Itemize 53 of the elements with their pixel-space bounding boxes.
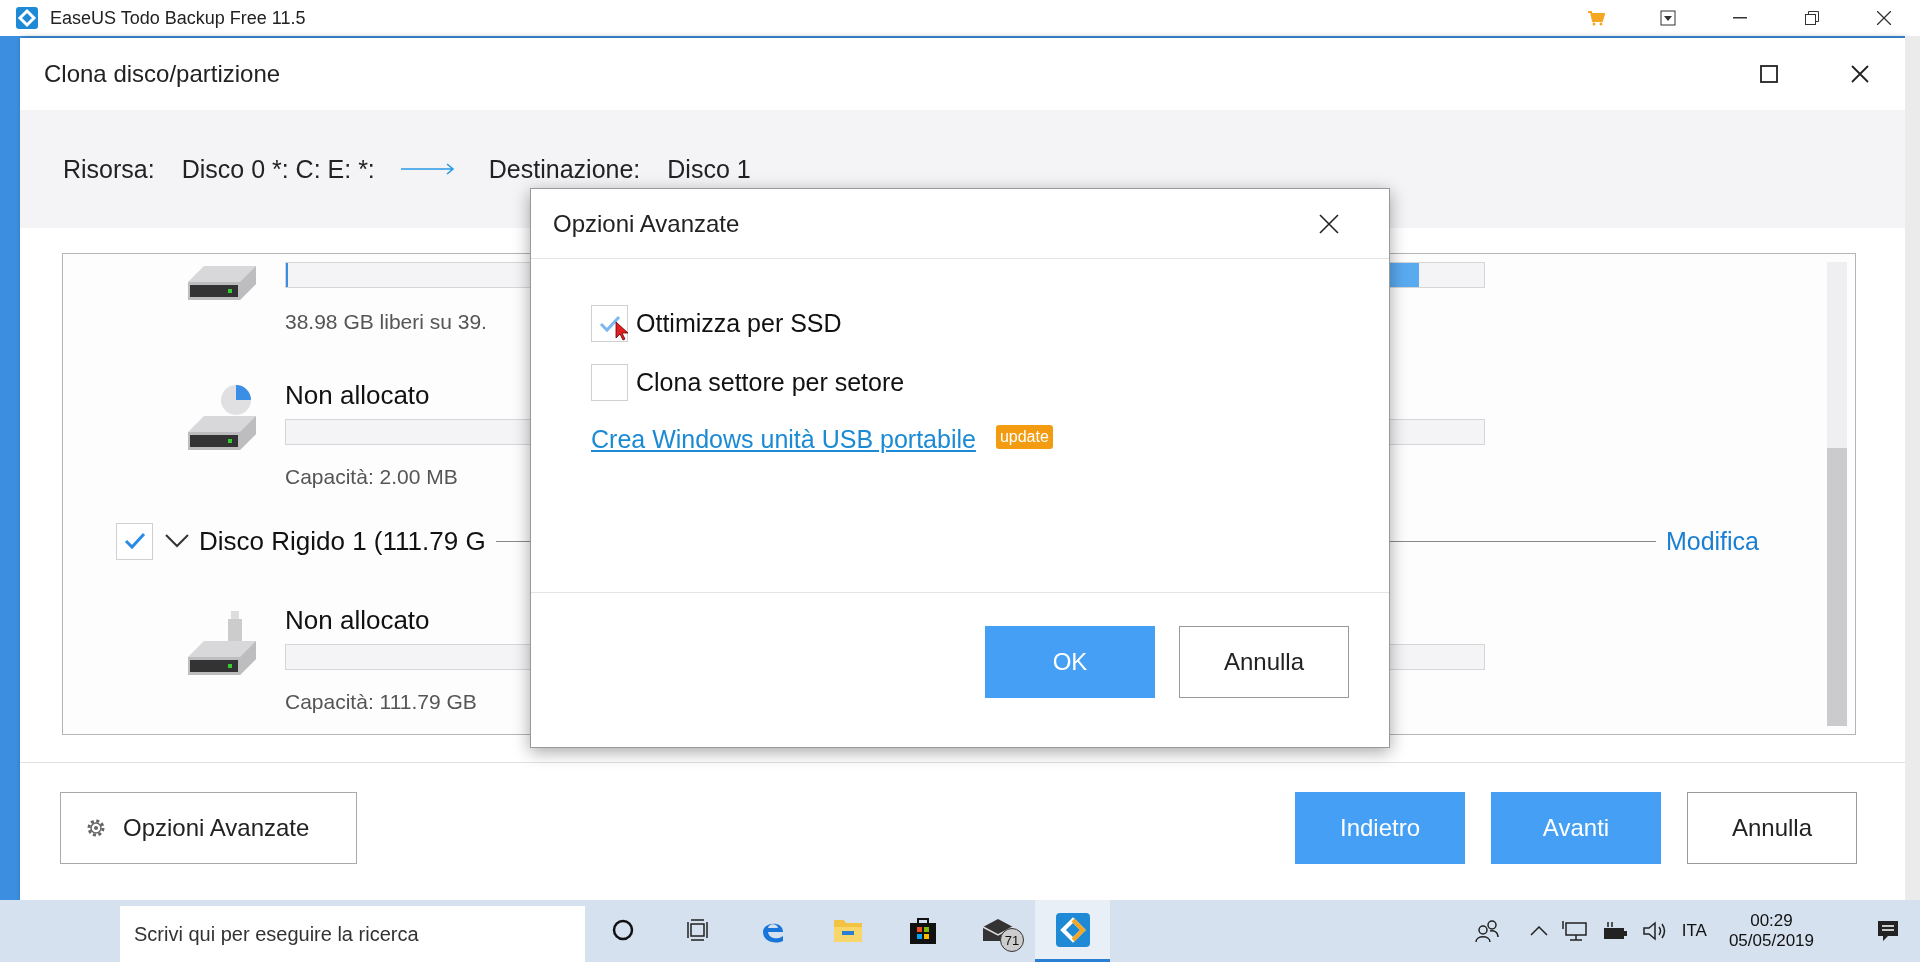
people-icon[interactable] bbox=[1473, 919, 1500, 943]
gear-icon bbox=[85, 817, 107, 839]
restore-icon[interactable] bbox=[1805, 11, 1819, 25]
mouse-cursor-icon bbox=[615, 321, 629, 341]
checkbox[interactable] bbox=[591, 364, 628, 401]
free-space-text: 38.98 GB liberi su 39. bbox=[285, 309, 487, 335]
language-indicator[interactable]: ITA bbox=[1681, 921, 1707, 941]
usb-link[interactable]: Crea Windows unità USB portabile bbox=[591, 425, 976, 454]
checkbox[interactable] bbox=[116, 522, 153, 560]
clock-time[interactable]: 00:29 bbox=[1750, 911, 1793, 931]
battery-icon[interactable] bbox=[1601, 921, 1628, 941]
capacity-text: Capacità: 111.79 GB bbox=[285, 689, 477, 715]
dialog-title: Opzioni Avanzate bbox=[553, 209, 741, 238]
close-icon[interactable] bbox=[1877, 11, 1891, 25]
capacity-text: Capacità: 2.00 MB bbox=[285, 464, 458, 490]
task-view-icon[interactable] bbox=[685, 918, 710, 941]
app-logo-icon[interactable] bbox=[1055, 912, 1090, 947]
partition-name: Non allocato bbox=[285, 605, 430, 635]
option-label: Ottimizza per SSD bbox=[636, 309, 842, 338]
app-title: EaseUS Todo Backup Free 11.5 bbox=[50, 7, 306, 29]
chevron-up-icon[interactable] bbox=[1529, 926, 1548, 936]
app-logo-icon bbox=[16, 7, 38, 29]
close-icon[interactable] bbox=[1319, 213, 1339, 234]
update-badge: update bbox=[995, 425, 1053, 449]
arrow-icon bbox=[400, 163, 455, 175]
notification-icon[interactable] bbox=[1876, 919, 1900, 943]
dropdown-icon[interactable] bbox=[1660, 10, 1676, 26]
destination-label: Destinazione: bbox=[488, 154, 641, 184]
disk-name: Disco Rigido 1 (111.79 G bbox=[199, 525, 486, 557]
speaker-icon[interactable] bbox=[1641, 920, 1668, 942]
window-title: Clona disco/partizione bbox=[44, 60, 282, 88]
close-icon[interactable] bbox=[1850, 65, 1869, 83]
network-icon[interactable] bbox=[1561, 920, 1588, 942]
chevron-down-icon[interactable] bbox=[165, 534, 189, 548]
cancel-button[interactable]: Annulla bbox=[1179, 626, 1349, 698]
count-badge: 71 bbox=[1000, 928, 1024, 952]
cancel-button[interactable]: Annulla bbox=[1687, 792, 1857, 864]
scrollbar[interactable] bbox=[1827, 262, 1847, 726]
partition-name: Non allocato bbox=[285, 380, 430, 410]
modify-link[interactable]: Modifica bbox=[1665, 526, 1759, 556]
circle-icon[interactable] bbox=[611, 918, 634, 941]
destination-value: Disco 1 bbox=[667, 154, 751, 184]
advanced-options-button[interactable]: Opzioni Avanzate bbox=[60, 792, 357, 864]
search-field[interactable]: Scrivi qui per eseguire la ricerca bbox=[120, 906, 585, 962]
source-label: Risorsa: bbox=[63, 154, 155, 184]
source-value: Disco 0 *: C: E: *: bbox=[181, 154, 375, 184]
checkmark-icon bbox=[598, 314, 621, 333]
clock-date[interactable]: 05/05/2019 bbox=[1728, 931, 1814, 951]
option-label: Clona settore per setore bbox=[636, 368, 905, 397]
maximize-icon[interactable] bbox=[1759, 65, 1778, 83]
checkmark-icon bbox=[123, 532, 146, 550]
taskbar-app[interactable]: 71 bbox=[960, 900, 1035, 962]
minimize-icon[interactable] bbox=[1733, 17, 1747, 19]
